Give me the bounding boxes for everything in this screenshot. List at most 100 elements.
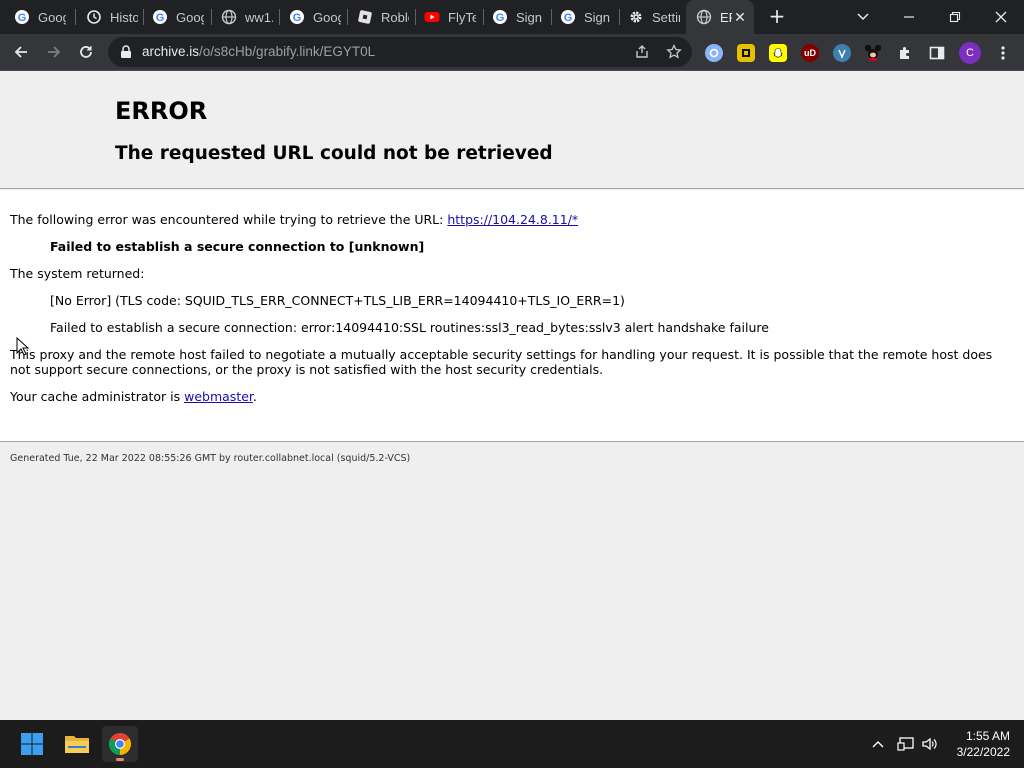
tab-sign-1[interactable]: G Sign: [478, 0, 548, 34]
clock-time: 1:55 AM: [965, 729, 1010, 743]
system-clock[interactable]: 1:55 AM 3/22/2022: [957, 728, 1010, 760]
back-arrow-icon: [14, 46, 27, 58]
tab-google-1[interactable]: G Google: [0, 0, 72, 34]
admin-suffix: .: [252, 389, 257, 404]
tab-ww1[interactable]: ww1.: [207, 0, 277, 34]
roblox-icon: [357, 9, 373, 25]
globe-icon: [696, 9, 712, 25]
volume-button[interactable]: [920, 734, 940, 754]
tab-title: Settir: [652, 9, 680, 25]
back-button[interactable]: [9, 40, 33, 64]
tab-settings[interactable]: Settir: [614, 0, 686, 34]
active-indicator: [116, 758, 124, 761]
google-icon: G: [289, 9, 305, 25]
new-tab-button[interactable]: +: [766, 5, 788, 27]
lock-icon[interactable]: [120, 45, 132, 59]
start-button[interactable]: [14, 726, 50, 762]
ssl-error-text: Failed to establish a secure connection:…: [50, 320, 769, 335]
youtube-icon: [424, 9, 440, 25]
mouse-cursor-icon: [16, 337, 30, 356]
page-content: ERROR The requested URL could not be ret…: [0, 71, 1024, 720]
tab-sign-2[interactable]: G Sign: [546, 0, 616, 34]
error-header: ERROR The requested URL could not be ret…: [0, 71, 1024, 189]
generated-footer: Generated Tue, 22 Mar 2022 08:55:26 GMT …: [10, 453, 411, 464]
tab-title: History: [110, 9, 138, 25]
address-bar[interactable]: archive.is/o/s8cHb/grabify.link/EGYT0L: [108, 37, 692, 67]
ublock-extension-icon[interactable]: uD: [801, 44, 819, 62]
encountered-prefix: The following error was encountered whil…: [10, 212, 448, 227]
tab-title: ERROR: [720, 9, 732, 25]
reload-button[interactable]: [74, 40, 98, 64]
speaker-icon: [922, 737, 937, 751]
mickey-extension-icon[interactable]: [864, 44, 882, 62]
tab-title: Sign: [516, 9, 543, 25]
folder-icon: [65, 736, 89, 753]
tab-roblox[interactable]: Roblox: [343, 0, 413, 34]
profile-avatar[interactable]: C: [959, 42, 981, 64]
notes-extension-icon[interactable]: [737, 44, 755, 62]
minimize-button[interactable]: [886, 0, 932, 34]
tab-error-active[interactable]: ERROR ✕: [686, 0, 754, 34]
tab-google-3[interactable]: G Google: [275, 0, 345, 34]
close-window-button[interactable]: [978, 0, 1024, 34]
network-button[interactable]: [896, 734, 916, 754]
vpn-extension-icon[interactable]: [833, 44, 851, 62]
chevron-down-icon: [857, 13, 869, 21]
tab-title: FlyTe: [448, 9, 476, 25]
tab-title: Google: [176, 9, 204, 25]
failed-connection-text: Failed to establish a secure connection …: [50, 239, 425, 254]
gear-icon: [628, 9, 644, 25]
chrome-taskbar-button[interactable]: [102, 726, 138, 762]
tab-strip: G Google History G Google ww1. G Google: [0, 0, 1024, 34]
taskbar: 1:55 AM 3/22/2022: [0, 720, 1024, 768]
lens-extension-icon[interactable]: [705, 44, 723, 62]
restore-button[interactable]: [932, 0, 978, 34]
close-icon: [995, 11, 1007, 23]
url-text[interactable]: archive.is/o/s8cHb/grabify.link/EGYT0L: [142, 44, 375, 59]
google-icon: G: [14, 9, 30, 25]
menu-kebab-icon[interactable]: [994, 44, 1012, 62]
bookmark-star-icon[interactable]: [666, 44, 682, 60]
svg-text:G: G: [18, 12, 27, 24]
error-body: The following error was encountered whil…: [0, 190, 1024, 442]
requested-url-link[interactable]: https://104.24.8.11/*: [447, 212, 578, 227]
chevron-up-icon: [872, 741, 884, 748]
forward-button[interactable]: [42, 40, 66, 64]
encountered-line: The following error was encountered whil…: [10, 212, 578, 227]
tab-title: Roblox: [381, 9, 409, 25]
tab-google-2[interactable]: G Google: [138, 0, 208, 34]
network-icon: [897, 737, 914, 751]
side-panel-icon[interactable]: [928, 44, 946, 62]
chrome-icon: [109, 733, 131, 755]
reload-icon: [80, 46, 92, 58]
tab-history[interactable]: History: [72, 0, 142, 34]
tab-title: Google: [38, 9, 66, 25]
snapchat-extension-icon[interactable]: [769, 44, 787, 62]
tab-title: ww1.: [245, 9, 273, 25]
tab-title: Google: [313, 9, 341, 25]
svg-text:G: G: [156, 12, 165, 24]
share-icon[interactable]: [634, 44, 650, 60]
tab-search-button[interactable]: [840, 0, 886, 34]
page-subtitle: The requested URL could not be retrieved: [115, 143, 553, 164]
windows-logo-icon: [21, 733, 43, 755]
restore-icon: [949, 11, 961, 23]
google-icon: G: [560, 9, 576, 25]
webmaster-link[interactable]: webmaster: [184, 389, 253, 404]
svg-text:G: G: [293, 12, 302, 24]
minimize-icon: [904, 16, 914, 18]
close-tab-icon[interactable]: ✕: [732, 9, 748, 25]
file-explorer-button[interactable]: [59, 726, 95, 762]
forward-arrow-icon: [48, 46, 61, 58]
svg-text:G: G: [564, 12, 573, 24]
google-icon: G: [152, 9, 168, 25]
show-hidden-icons-button[interactable]: [868, 734, 888, 754]
admin-prefix: Your cache administrator is: [10, 389, 185, 404]
history-icon: [86, 9, 102, 25]
browser-toolbar: archive.is/o/s8cHb/grabify.link/EGYT0L u…: [0, 34, 1024, 71]
admin-line: Your cache administrator is webmaster.: [10, 389, 257, 404]
tls-code-text: [No Error] (TLS code: SQUID_TLS_ERR_CONN…: [50, 293, 625, 308]
extensions-puzzle-icon[interactable]: [896, 44, 914, 62]
tab-youtube[interactable]: FlyTe: [410, 0, 480, 34]
url-path: /o/s8cHb/grabify.link/EGYT0L: [199, 44, 376, 59]
